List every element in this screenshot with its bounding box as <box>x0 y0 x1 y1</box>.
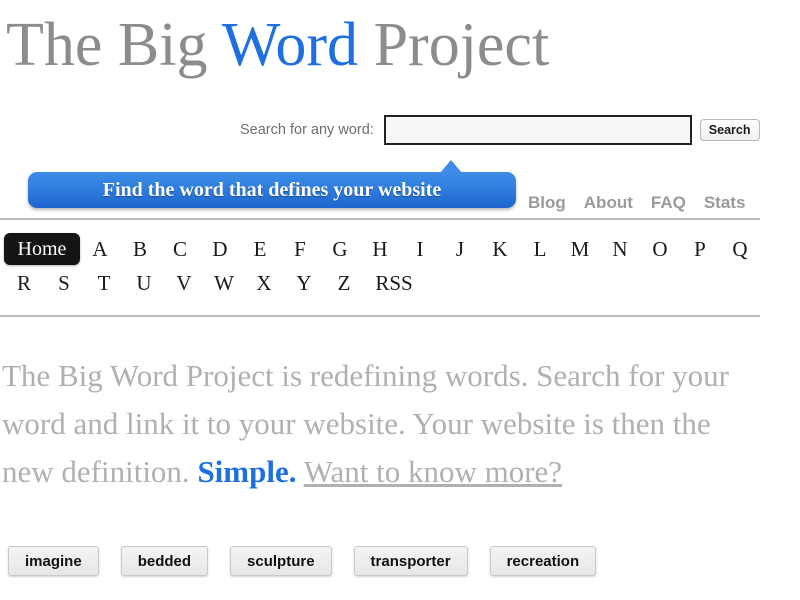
callout-text: Find the word that defines your website <box>102 178 442 201</box>
search-button[interactable]: Search <box>699 119 760 141</box>
alpha-link-c[interactable]: C <box>160 237 200 262</box>
link-want-to-know-more[interactable]: Want to know more? <box>304 454 562 489</box>
search-input[interactable] <box>383 115 692 145</box>
word-button-recreation[interactable]: recreation <box>489 546 597 576</box>
alpha-link-b[interactable]: B <box>120 237 160 262</box>
alpha-link-x[interactable]: X <box>244 271 284 296</box>
nav-item-home[interactable]: Home <box>4 233 80 265</box>
alpha-link-v[interactable]: V <box>164 271 204 296</box>
alpha-link-d[interactable]: D <box>200 237 240 262</box>
alpha-link-g[interactable]: G <box>320 237 360 262</box>
content-divider <box>0 315 760 317</box>
intro-paragraph: The Big Word Project is redefining words… <box>2 352 770 496</box>
alpha-link-r[interactable]: R <box>4 271 44 296</box>
search-label: Search for any word: <box>240 122 374 138</box>
alpha-link-u[interactable]: U <box>124 271 164 296</box>
nav-item-stats[interactable]: Stats <box>704 193 746 213</box>
alphabet-row-2: R S T U V W X Y Z RSS <box>4 266 764 300</box>
alpha-link-y[interactable]: Y <box>284 271 324 296</box>
alpha-link-m[interactable]: M <box>560 237 600 262</box>
nav-item-rss[interactable]: RSS <box>364 271 424 296</box>
page-title-part2: Project <box>358 11 550 79</box>
word-button-bedded[interactable]: bedded <box>120 546 209 576</box>
word-button-imagine[interactable]: imagine <box>8 546 99 576</box>
alpha-link-o[interactable]: O <box>640 237 680 262</box>
intro-spacer <box>296 454 303 489</box>
nav-item-about[interactable]: About <box>584 193 633 213</box>
alphabet-nav: Home A B C D E F G H I J K L M N O P Q R… <box>4 232 764 300</box>
word-button-transporter[interactable]: transporter <box>353 546 468 576</box>
alpha-link-k[interactable]: K <box>480 237 520 262</box>
alpha-link-e[interactable]: E <box>240 237 280 262</box>
alpha-link-j[interactable]: J <box>440 237 480 262</box>
page-title: The Big Word Project <box>6 8 549 82</box>
alpha-link-t[interactable]: T <box>84 271 124 296</box>
alpha-link-q[interactable]: Q <box>720 237 760 262</box>
search-row: Search for any word: Search <box>240 108 800 152</box>
page-title-part1: The Big <box>6 11 222 79</box>
alpha-link-s[interactable]: S <box>44 271 84 296</box>
nav-item-blog[interactable]: Blog <box>528 193 566 213</box>
alphabet-row-1: Home A B C D E F G H I J K L M N O P Q <box>4 232 764 266</box>
alpha-link-i[interactable]: I <box>400 237 440 262</box>
alpha-link-a[interactable]: A <box>80 237 120 262</box>
alpha-link-n[interactable]: N <box>600 237 640 262</box>
callout-banner[interactable]: Find the word that defines your website <box>28 172 516 208</box>
link-simple[interactable]: Simple. <box>197 454 296 489</box>
recent-words-row: imagine bedded sculpture transporter rec… <box>8 546 597 576</box>
alpha-link-l[interactable]: L <box>520 237 560 262</box>
word-button-sculpture[interactable]: sculpture <box>230 546 332 576</box>
alpha-link-f[interactable]: F <box>280 237 320 262</box>
alpha-link-w[interactable]: W <box>204 271 244 296</box>
nav-item-faq[interactable]: FAQ <box>651 193 686 213</box>
alpha-link-p[interactable]: P <box>680 237 720 262</box>
alpha-link-h[interactable]: H <box>360 237 400 262</box>
alpha-link-z[interactable]: Z <box>324 271 364 296</box>
top-nav: Blog About FAQ Stats <box>528 193 745 213</box>
header-divider <box>0 218 760 220</box>
page-title-accent: Word <box>221 11 359 79</box>
